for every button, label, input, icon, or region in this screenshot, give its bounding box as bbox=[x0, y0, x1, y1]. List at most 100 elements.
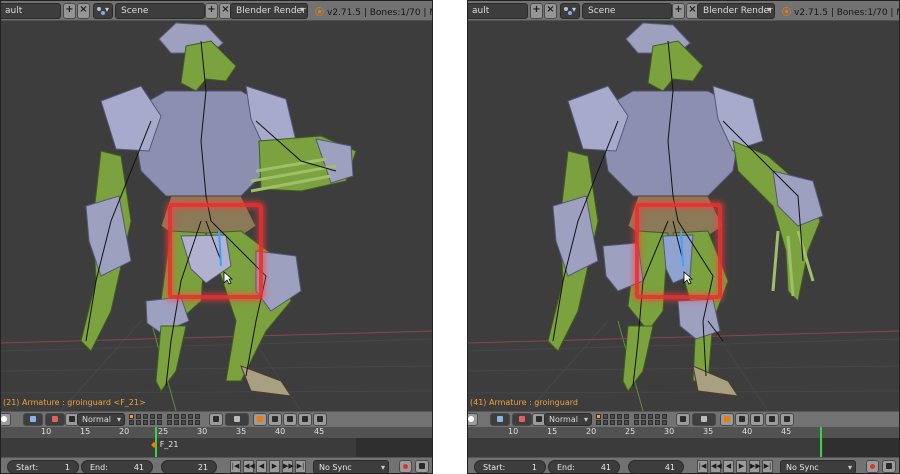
frame-ruler[interactable]: 10 15 20 25 30 35 40 45 bbox=[1, 427, 432, 438]
delete-layout-button[interactable]: × bbox=[544, 3, 557, 19]
current-frame-field[interactable]: 21 bbox=[161, 460, 217, 473]
transform-manipulator-icon[interactable] bbox=[45, 413, 65, 426]
tick-label: 15 bbox=[80, 427, 91, 436]
3d-view-header: Normal bbox=[1, 411, 432, 427]
paste-flipped-pose-icon[interactable] bbox=[780, 413, 794, 426]
next-keyframe-button[interactable]: ▶▶ bbox=[749, 460, 761, 473]
end-frame-field[interactable]: End: 41 bbox=[81, 460, 153, 473]
next-keyframe-button[interactable]: ▶▶ bbox=[282, 460, 294, 473]
tick-label: 45 bbox=[781, 427, 792, 436]
info-header: ault + × Scene + × Blender Render ⦿v2.71… bbox=[1, 1, 432, 21]
paste-pose-icon[interactable] bbox=[765, 413, 779, 426]
scene-selector[interactable]: Scene bbox=[115, 3, 205, 19]
stats-text: v2.71.5 | Bones:1/70 | Mem:19 bbox=[794, 8, 899, 18]
add-scene-button[interactable]: + bbox=[205, 3, 218, 19]
frame-ruler[interactable]: 10 15 20 25 30 35 40 45 bbox=[468, 427, 899, 438]
jump-start-button[interactable]: |◀ bbox=[697, 460, 708, 473]
auto-keying-record-icon[interactable] bbox=[866, 460, 879, 473]
add-scene-button[interactable]: + bbox=[672, 3, 685, 19]
viewport-panel-right: ault + × Scene + × Blender Render ⦿v2.71… bbox=[467, 0, 900, 474]
frame-marker-label: F_21 bbox=[159, 440, 179, 449]
render-icon[interactable] bbox=[253, 413, 267, 426]
tick-label: 15 bbox=[547, 427, 558, 436]
view-menu-icon[interactable] bbox=[468, 413, 478, 426]
delete-layout-button[interactable]: × bbox=[77, 3, 90, 19]
current-frame-line[interactable] bbox=[820, 427, 822, 457]
end-frame-field[interactable]: End: 41 bbox=[548, 460, 620, 473]
scene-icon bbox=[97, 7, 105, 15]
play-button[interactable]: ▶ bbox=[269, 460, 280, 473]
render-anim-icon[interactable] bbox=[268, 413, 282, 426]
tick-label: 25 bbox=[158, 427, 169, 436]
jump-end-button[interactable]: ▶| bbox=[762, 460, 773, 473]
info-header: ault + × Scene + × Blender Render ⦿v2.71… bbox=[468, 1, 899, 21]
start-frame-field[interactable]: Start: 1 bbox=[474, 460, 546, 473]
scene-selector[interactable]: Scene bbox=[582, 3, 672, 19]
tick-label: 20 bbox=[119, 427, 130, 436]
tick-label: 40 bbox=[742, 427, 753, 436]
timeline-area[interactable]: 10 15 20 25 30 35 40 45 bbox=[468, 427, 899, 457]
highlight-box bbox=[168, 203, 263, 299]
current-frame-field[interactable]: 41 bbox=[628, 460, 684, 473]
scene-type-dropdown[interactable] bbox=[93, 3, 113, 19]
auto-keying-record-icon[interactable] bbox=[399, 460, 412, 473]
copy-pose-icon[interactable] bbox=[283, 413, 297, 426]
timeline-header: Start: 1 End: 41 21 |◀ ◀◀ ◀ ▶ ▶▶ ▶| No Syn… bbox=[1, 457, 432, 473]
sync-mode-dropdown[interactable]: No Sync bbox=[313, 460, 389, 473]
transform-manipulator-icon[interactable] bbox=[512, 413, 532, 426]
render-anim-icon[interactable] bbox=[735, 413, 749, 426]
render-engine-dropdown[interactable]: Blender Render bbox=[230, 3, 308, 19]
proportional-edit-icon[interactable] bbox=[692, 413, 716, 426]
keying-set-icon[interactable] bbox=[882, 460, 896, 473]
prev-keyframe-button[interactable]: ◀◀ bbox=[243, 460, 255, 473]
viewport-panel-left: ault + × Scene + × Blender Render ⦿v2.71… bbox=[0, 0, 433, 474]
sync-mode-dropdown[interactable]: No Sync bbox=[780, 460, 856, 473]
scene-type-dropdown[interactable] bbox=[560, 3, 580, 19]
layout-selector[interactable]: ault bbox=[1, 3, 61, 19]
pivot-point-icon[interactable] bbox=[490, 413, 510, 426]
start-frame-label: Start: bbox=[483, 463, 506, 472]
timeline-area[interactable]: 10 15 20 25 30 35 40 45 ◆ F_21 bbox=[1, 427, 432, 457]
end-frame-label: End: bbox=[90, 463, 108, 472]
lock-layers-icon[interactable] bbox=[676, 413, 690, 426]
jump-end-button[interactable]: ▶| bbox=[295, 460, 306, 473]
proportional-edit-icon[interactable] bbox=[225, 413, 249, 426]
lock-layers-icon[interactable] bbox=[209, 413, 223, 426]
add-layout-button[interactable]: + bbox=[530, 3, 543, 19]
play-reverse-button[interactable]: ◀ bbox=[723, 460, 734, 473]
scene-stats: ⦿v2.71.5 | Bones:1/70 | Mem:19 bbox=[782, 5, 899, 18]
render-icon[interactable] bbox=[720, 413, 734, 426]
render-engine-dropdown[interactable]: Blender Render bbox=[697, 3, 775, 19]
current-frame-value: 41 bbox=[664, 463, 675, 472]
play-reverse-button[interactable]: ◀ bbox=[256, 460, 267, 473]
paste-pose-icon[interactable] bbox=[298, 413, 312, 426]
3d-viewport[interactable]: (41) Armature : groinguard bbox=[468, 21, 899, 411]
paste-flipped-pose-icon[interactable] bbox=[313, 413, 327, 426]
start-frame-value: 1 bbox=[64, 463, 70, 472]
play-button[interactable]: ▶ bbox=[736, 460, 747, 473]
mouse-cursor-icon bbox=[683, 271, 693, 285]
frame-marker[interactable]: ◆ F_21 bbox=[151, 440, 178, 449]
viewport-object-label: (21) Armature : groinguard <F_21> bbox=[3, 398, 146, 407]
tick-label: 45 bbox=[314, 427, 325, 436]
start-frame-field[interactable]: Start: 1 bbox=[7, 460, 79, 473]
start-frame-label: Start: bbox=[16, 463, 39, 472]
3d-viewport[interactable]: (21) Armature : groinguard <F_21> bbox=[1, 21, 432, 411]
prev-keyframe-button[interactable]: ◀◀ bbox=[710, 460, 722, 473]
end-frame-value: 41 bbox=[600, 463, 611, 472]
mouse-cursor-icon bbox=[223, 271, 233, 285]
layer-buttons[interactable] bbox=[596, 414, 671, 426]
layout-selector[interactable]: ault bbox=[468, 3, 528, 19]
pivot-point-icon[interactable] bbox=[23, 413, 43, 426]
copy-pose-icon[interactable] bbox=[750, 413, 764, 426]
normal-mode-dropdown[interactable]: Normal bbox=[544, 413, 592, 426]
jump-start-button[interactable]: |◀ bbox=[230, 460, 241, 473]
tick-label: 30 bbox=[197, 427, 208, 436]
tick-label: 10 bbox=[41, 427, 52, 436]
view-menu-icon[interactable] bbox=[1, 413, 11, 426]
add-layout-button[interactable]: + bbox=[63, 3, 76, 19]
layer-buttons[interactable] bbox=[129, 414, 204, 426]
scene-icon bbox=[564, 7, 572, 15]
keying-set-icon[interactable] bbox=[415, 460, 429, 473]
normal-mode-dropdown[interactable]: Normal bbox=[77, 413, 125, 426]
